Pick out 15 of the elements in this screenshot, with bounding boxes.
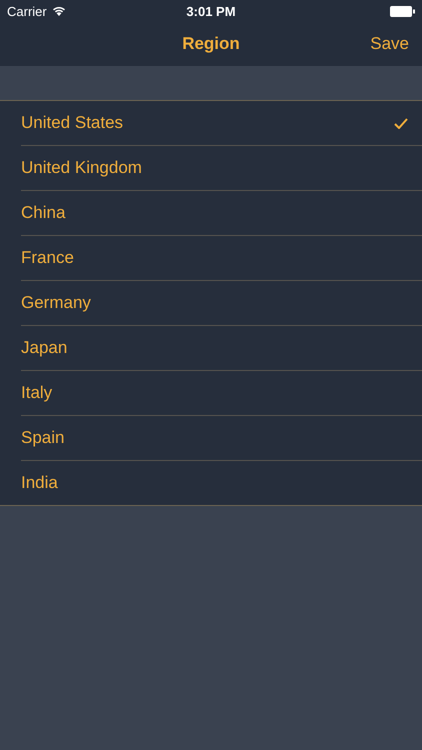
- carrier-label: Carrier: [7, 4, 47, 18]
- region-row[interactable]: India: [21, 461, 422, 505]
- battery-icon: [390, 6, 415, 16]
- region-row[interactable]: Italy: [21, 371, 422, 416]
- nav-title: Region: [182, 34, 240, 54]
- region-row[interactable]: Germany: [21, 281, 422, 326]
- region-row[interactable]: United Kingdom: [21, 146, 422, 191]
- region-row[interactable]: China: [21, 191, 422, 236]
- wifi-icon: [52, 6, 66, 16]
- save-button[interactable]: Save: [370, 32, 409, 56]
- status-time: 3:01 PM: [186, 4, 236, 18]
- region-row[interactable]: Japan: [21, 326, 422, 371]
- region-row[interactable]: Spain: [21, 416, 422, 461]
- region-row[interactable]: France: [21, 236, 422, 281]
- region-row[interactable]: United States: [21, 101, 422, 146]
